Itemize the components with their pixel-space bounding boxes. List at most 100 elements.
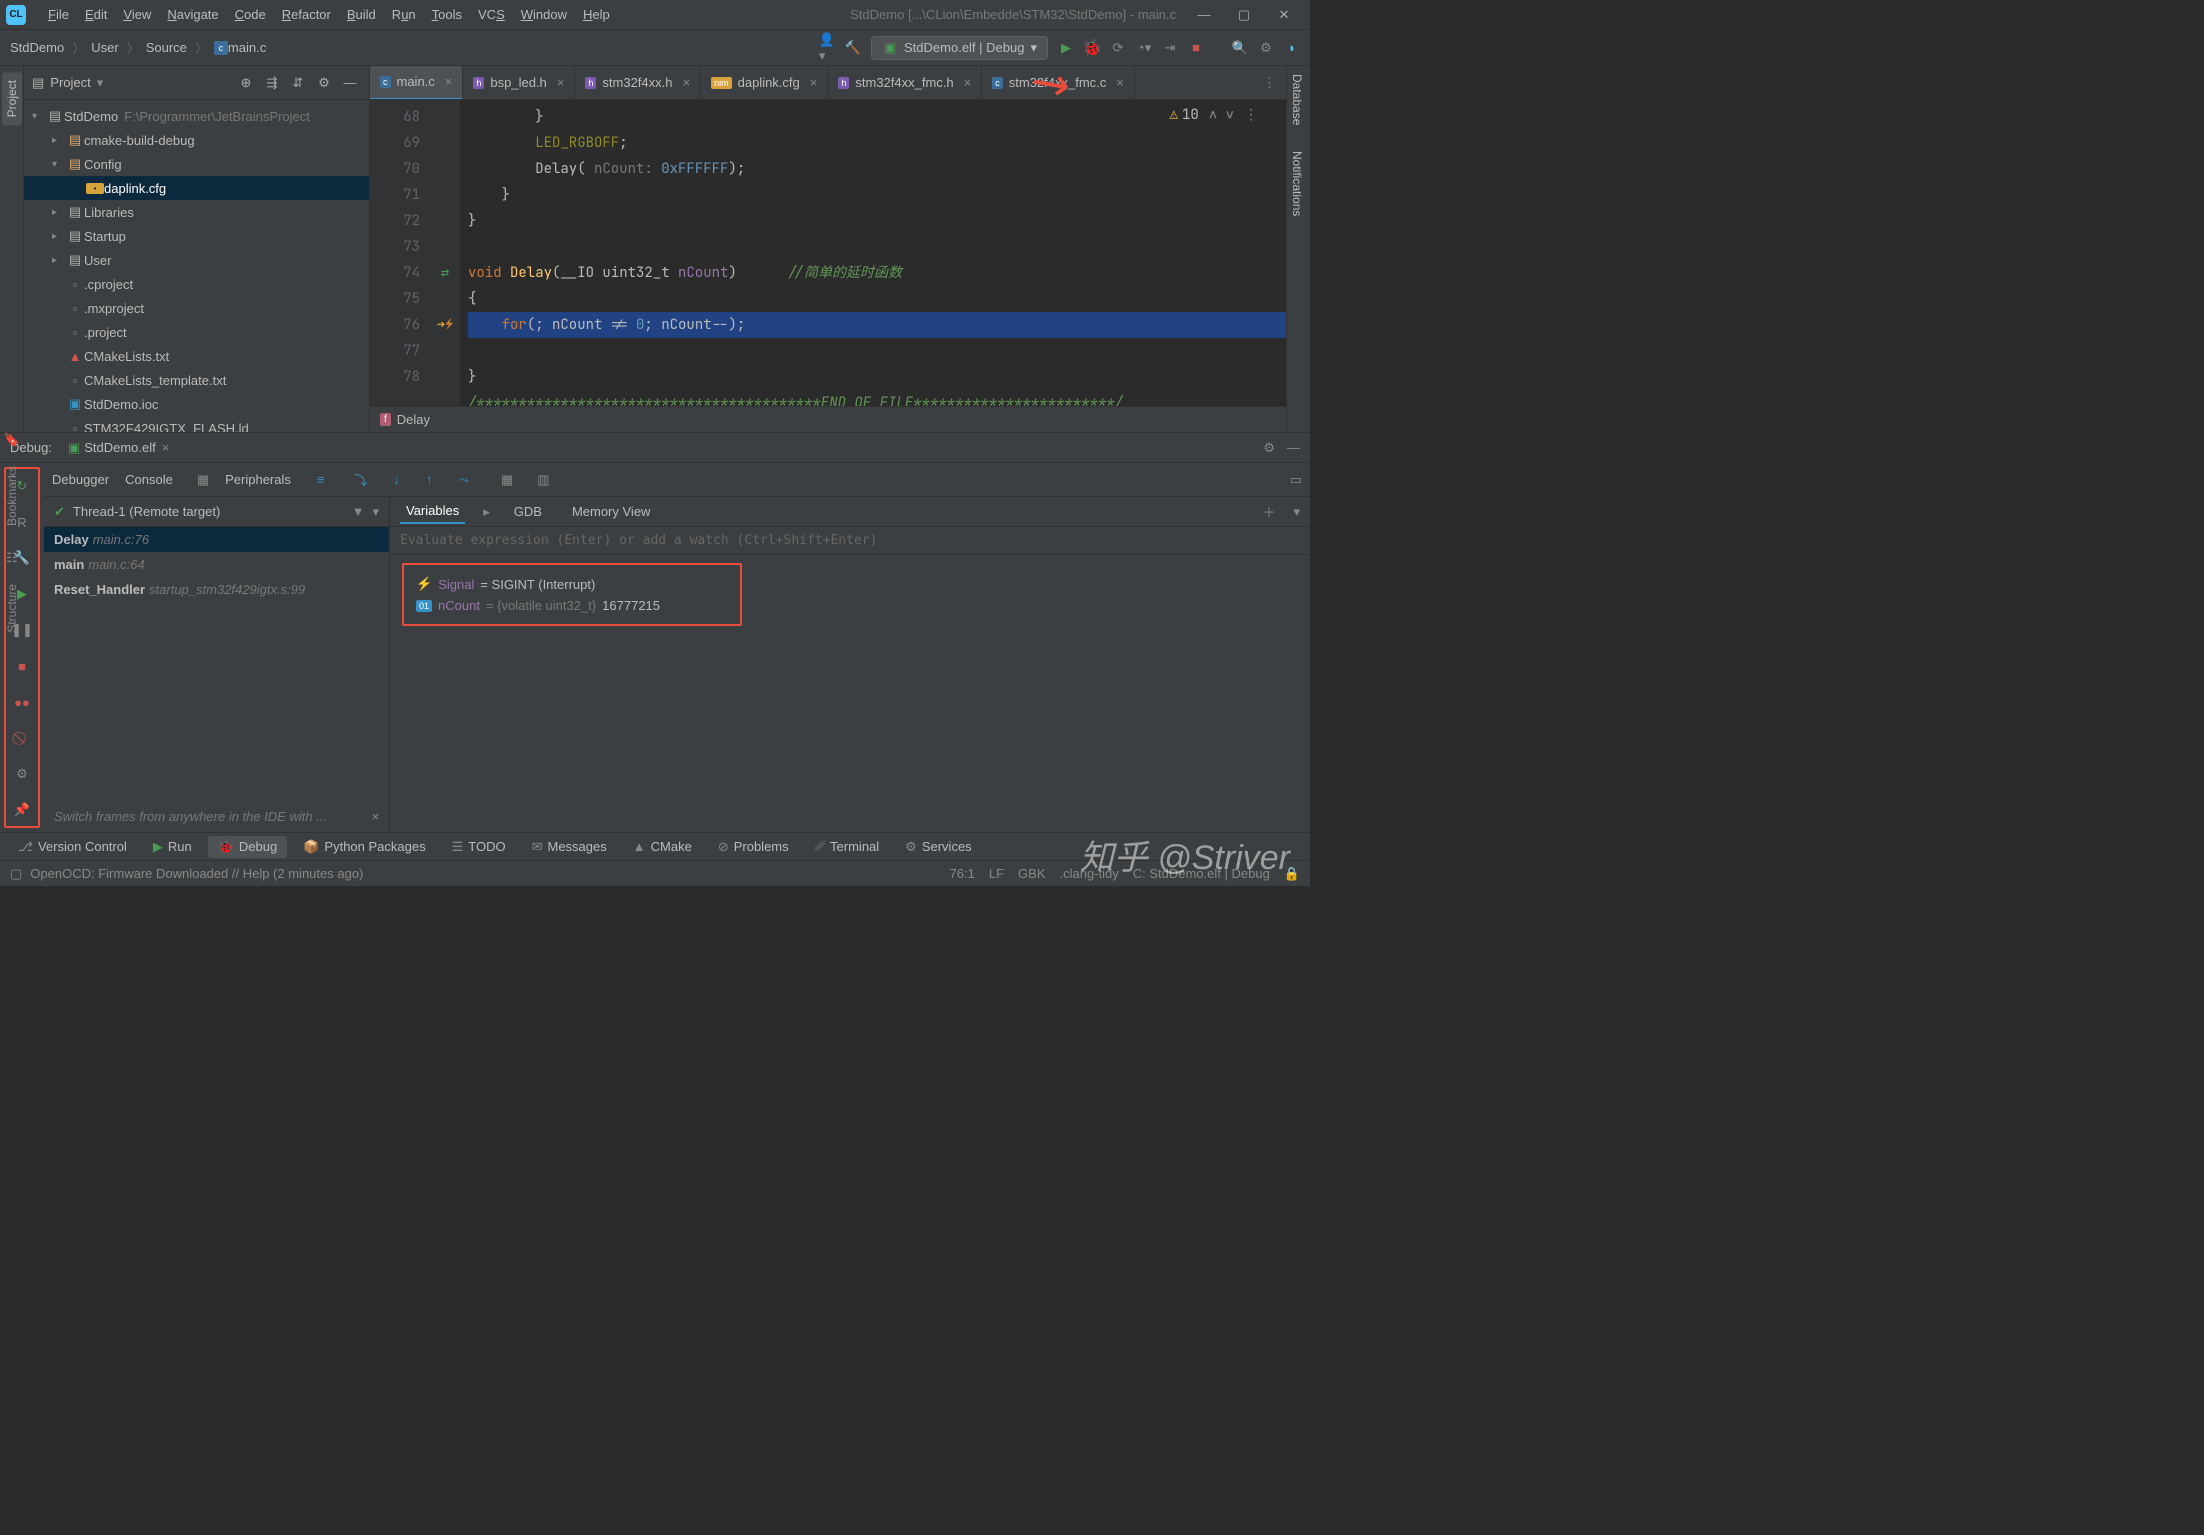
step-into-icon[interactable]: ↓: [393, 472, 400, 487]
breadcrumb-file[interactable]: main.c: [228, 40, 266, 55]
tab-console[interactable]: Console: [125, 472, 173, 487]
notifications-tool-tab[interactable]: Notifications: [1287, 143, 1307, 224]
editor-tab[interactable]: nimdaplink.cfg×: [701, 66, 828, 100]
breadcrumb-root[interactable]: StdDemo: [10, 40, 64, 55]
linter[interactable]: .clang-tidy: [1060, 866, 1119, 882]
tree-item[interactable]: ▫.project: [24, 320, 369, 344]
maximize-button[interactable]: ▢: [1224, 7, 1264, 23]
layout-icon[interactable]: ▥: [537, 472, 549, 488]
status-icon[interactable]: ▢: [10, 866, 22, 882]
gear-icon[interactable]: ⚙: [313, 75, 335, 91]
calc-icon[interactable]: ▦: [501, 472, 513, 488]
menu-navigate[interactable]: Navigate: [159, 3, 226, 26]
project-tree[interactable]: ▾▤ StdDemo F:\Programmer\JetBrainsProjec…: [24, 100, 369, 432]
tab-terminal[interactable]: ␥Terminal: [805, 836, 890, 858]
add-watch-icon[interactable]: ＋: [1262, 502, 1275, 521]
filter-icon[interactable]: ▼: [352, 504, 365, 519]
tab-debug[interactable]: 🐞Debug: [208, 836, 288, 858]
coverage-icon[interactable]: ⟳: [1110, 40, 1126, 56]
attach-icon[interactable]: ⇥: [1162, 40, 1178, 56]
close-button[interactable]: ✕: [1264, 7, 1304, 23]
tree-item[interactable]: ▫.cproject: [24, 272, 369, 296]
list-icon[interactable]: ≡: [317, 472, 325, 487]
menu-run[interactable]: Run: [384, 3, 424, 26]
jb-logo-icon[interactable]: ◗: [1284, 40, 1300, 56]
tab-variables[interactable]: Variables: [400, 499, 465, 524]
breadcrumb-2[interactable]: Source: [146, 40, 187, 55]
bug-icon[interactable]: 🐞: [1084, 40, 1100, 56]
frame-row[interactable]: mainmain.c:64: [44, 552, 389, 577]
tab-debugger[interactable]: Debugger: [52, 472, 109, 487]
pin-icon[interactable]: 📌: [11, 799, 33, 821]
stop-icon[interactable]: ■: [1188, 40, 1204, 56]
cursor-position[interactable]: 76:1: [950, 866, 975, 882]
tree-item[interactable]: ▸▤cmake-build-debug: [24, 128, 369, 152]
gear-icon[interactable]: ⚙: [1263, 440, 1275, 456]
play-icon[interactable]: ▶: [1058, 40, 1074, 56]
user-icon[interactable]: 👤▾: [819, 40, 835, 56]
chevron-down-icon[interactable]: ▾: [97, 75, 104, 91]
tab-run[interactable]: ▶Run: [143, 836, 202, 858]
more-tabs-icon[interactable]: ⋮: [1253, 75, 1286, 91]
frame-row[interactable]: Reset_Handlerstartup_stm32f429igtx.s:99: [44, 577, 389, 602]
context-config[interactable]: C: StdDemo.elf | Debug: [1133, 866, 1270, 882]
hammer-icon[interactable]: 🔨: [845, 40, 861, 56]
editor-tab[interactable]: cstm32f4xx_fmc.c×: [982, 66, 1135, 100]
hide-icon[interactable]: —: [339, 75, 361, 90]
chevron-down-icon[interactable]: ▾: [372, 504, 379, 520]
lock-icon[interactable]: 🔒: [1284, 866, 1300, 882]
menu-window[interactable]: Window: [513, 3, 575, 26]
tab-memory[interactable]: Memory View: [566, 500, 657, 523]
database-tool-tab[interactable]: Database: [1287, 66, 1307, 133]
tab-services[interactable]: ⚙Services: [895, 836, 982, 858]
tree-item[interactable]: ▾▤Config: [24, 152, 369, 176]
menu-build[interactable]: Build: [339, 3, 384, 26]
expand-all-icon[interactable]: ⇶: [261, 75, 283, 91]
debug-target[interactable]: StdDemo.elf: [84, 440, 156, 455]
tab-todo[interactable]: ☰TODO: [442, 836, 516, 858]
profile-icon[interactable]: ◔▾: [1136, 40, 1152, 56]
tab-gdb[interactable]: GDB: [508, 500, 548, 523]
code-editor[interactable]: 6869707172737475767778 ⇄ ➜⚡ } LED_RGBOFF…: [370, 100, 1286, 406]
bookmarks-tool-tab[interactable]: Bookmarks: [2, 452, 22, 540]
tree-root[interactable]: ▾▤ StdDemo F:\Programmer\JetBrainsProjec…: [24, 104, 369, 128]
tree-item[interactable]: ▸▤User: [24, 248, 369, 272]
thread-label[interactable]: Thread-1 (Remote target): [73, 504, 220, 519]
tab-cmake[interactable]: ▲CMake: [623, 836, 702, 857]
editor-tab[interactable]: hstm32f4xx.h×: [575, 66, 701, 100]
chevron-down-icon[interactable]: ▾: [1293, 504, 1300, 520]
tree-item[interactable]: ▫STM32F429IGTX_FLASH.ld: [24, 416, 369, 432]
tab-peripherals[interactable]: Peripherals: [225, 472, 291, 487]
tree-item[interactable]: ▸▤Startup: [24, 224, 369, 248]
editor-tab[interactable]: cmain.c×: [370, 66, 463, 100]
minimize-button[interactable]: —: [1184, 7, 1224, 22]
project-tool-tab[interactable]: Project: [2, 72, 22, 125]
bookmark-icon[interactable]: 🔖: [4, 432, 20, 448]
encoding[interactable]: GBK: [1018, 866, 1045, 882]
var-signal[interactable]: ⚡ Signal = SIGINT (Interrupt): [416, 573, 728, 595]
editor-breadcrumb[interactable]: f Delay: [370, 406, 1286, 432]
editor-tab[interactable]: hstm32f4xx_fmc.h×: [828, 66, 982, 100]
menu-tools[interactable]: Tools: [424, 3, 470, 26]
menu-file[interactable]: File: [40, 3, 77, 26]
breakpoints-icon[interactable]: ●●: [11, 691, 33, 713]
search-icon[interactable]: 🔍: [1232, 40, 1248, 56]
tree-item[interactable]: ▪daplink.cfg: [24, 176, 369, 200]
tree-item[interactable]: ▫CMakeLists_template.txt: [24, 368, 369, 392]
evaluate-input[interactable]: Evaluate expression (Enter) or add a wat…: [390, 527, 1310, 555]
step-out-icon[interactable]: ↑: [426, 472, 433, 487]
editor-tab[interactable]: hbsp_led.h×: [463, 66, 575, 100]
run-to-cursor-icon[interactable]: ⤳: [458, 472, 468, 488]
menu-code[interactable]: Code: [227, 3, 274, 26]
tab-python-packages[interactable]: 📦Python Packages: [293, 836, 435, 858]
gear-icon[interactable]: ⚙: [11, 763, 33, 785]
tab-messages[interactable]: ✉Messages: [522, 836, 617, 858]
menu-view[interactable]: View: [115, 3, 159, 26]
stop-icon[interactable]: ■: [11, 655, 33, 677]
project-label[interactable]: Project: [50, 75, 90, 90]
step-over-icon[interactable]: ⤵: [354, 470, 367, 489]
tree-item[interactable]: ▲CMakeLists.txt: [24, 344, 369, 368]
tree-item[interactable]: ▣StdDemo.ioc: [24, 392, 369, 416]
inspection-badge[interactable]: ⚠10 ∧ ∨ ⋮: [1170, 106, 1258, 124]
tree-item[interactable]: ▸▤Libraries: [24, 200, 369, 224]
